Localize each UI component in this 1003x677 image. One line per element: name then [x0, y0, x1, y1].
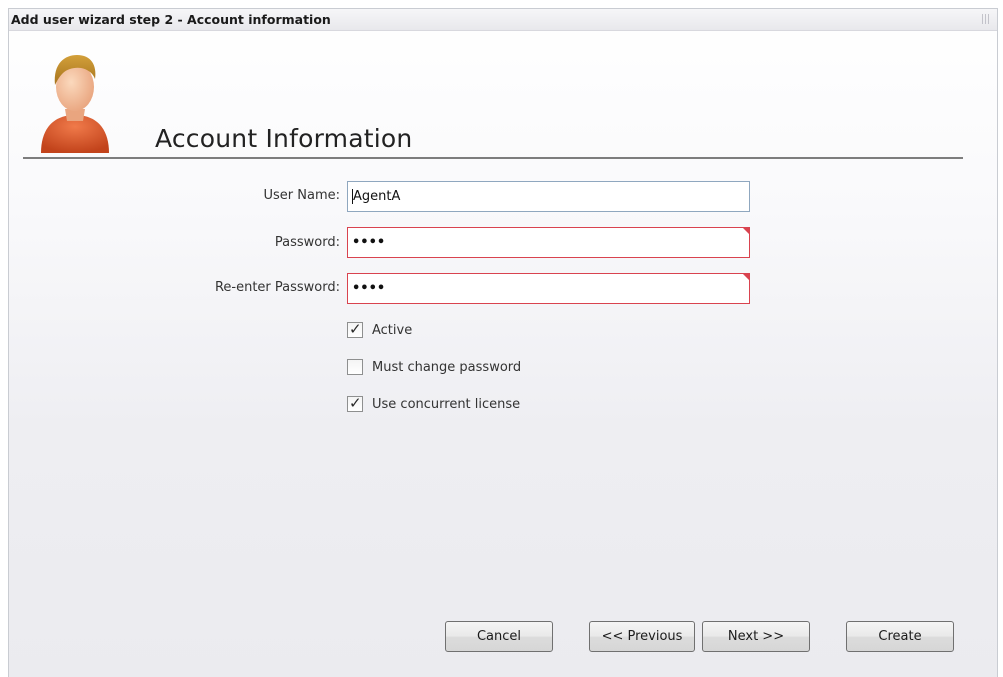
cancel-button[interactable]: Cancel	[445, 621, 553, 652]
user-avatar-icon	[41, 55, 109, 153]
create-button[interactable]: Create	[846, 621, 954, 652]
concurrent-license-label[interactable]: Use concurrent license	[372, 397, 520, 412]
validation-error-icon	[743, 274, 749, 280]
wizard-window: Add user wizard step 2 - Account informa…	[8, 8, 998, 677]
next-button[interactable]: Next >>	[702, 621, 810, 652]
must-change-password-label[interactable]: Must change password	[372, 360, 521, 375]
active-checkbox[interactable]: ✓	[347, 320, 363, 338]
reenter-password-label: Re-enter Password:	[214, 280, 340, 295]
username-label: User Name:	[263, 188, 341, 203]
header-divider	[23, 157, 963, 159]
reenter-password-value: ••••	[352, 281, 386, 296]
password-field[interactable]: ••••	[347, 227, 750, 258]
window-title: Add user wizard step 2 - Account informa…	[11, 12, 331, 27]
password-value: ••••	[352, 235, 386, 250]
must-change-password-row[interactable]: Must change password	[347, 357, 521, 377]
must-change-password-checkbox[interactable]	[347, 359, 363, 375]
password-label: Password:	[274, 235, 340, 250]
previous-button[interactable]: << Previous	[589, 621, 695, 652]
concurrent-license-checkbox[interactable]: ✓	[347, 394, 363, 412]
page-title: Account Information	[155, 124, 413, 153]
username-field[interactable]: AgentA	[347, 181, 750, 212]
concurrent-license-row[interactable]: ✓ Use concurrent license	[347, 394, 520, 414]
active-label[interactable]: Active	[372, 323, 412, 338]
reenter-password-field[interactable]: ••••	[347, 273, 750, 304]
username-value: AgentA	[353, 189, 401, 204]
validation-error-icon	[743, 228, 749, 234]
checkmark-icon: ✓	[349, 394, 362, 412]
grip-icon[interactable]	[982, 14, 991, 24]
checkmark-icon: ✓	[349, 320, 362, 338]
title-bar[interactable]: Add user wizard step 2 - Account informa…	[9, 9, 997, 31]
active-checkbox-row[interactable]: ✓ Active	[347, 320, 412, 340]
